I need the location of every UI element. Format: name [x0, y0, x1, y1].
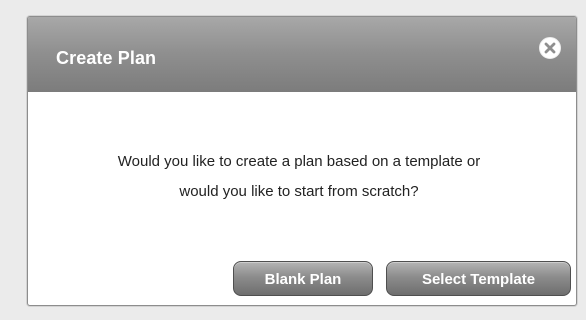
- message-line-2: would you like to start from scratch?: [179, 183, 419, 200]
- select-template-button[interactable]: Select Template: [386, 261, 571, 296]
- close-icon: [544, 42, 556, 54]
- blank-plan-button[interactable]: Blank Plan: [233, 261, 373, 296]
- dialog-buttons: Blank Plan Select Template: [28, 261, 576, 301]
- message-line-1: Would you like to create a plan based on…: [117, 153, 481, 170]
- dialog-title: Create Plan: [56, 48, 157, 68]
- dialog-body: Would you like to create a plan based on…: [28, 92, 576, 303]
- dialog-header: Create Plan: [28, 17, 576, 92]
- dialog-message: Would you like to create a plan based on…: [54, 147, 544, 207]
- close-button[interactable]: [539, 37, 561, 59]
- create-plan-dialog: Create Plan Would you like to create a p…: [27, 16, 577, 306]
